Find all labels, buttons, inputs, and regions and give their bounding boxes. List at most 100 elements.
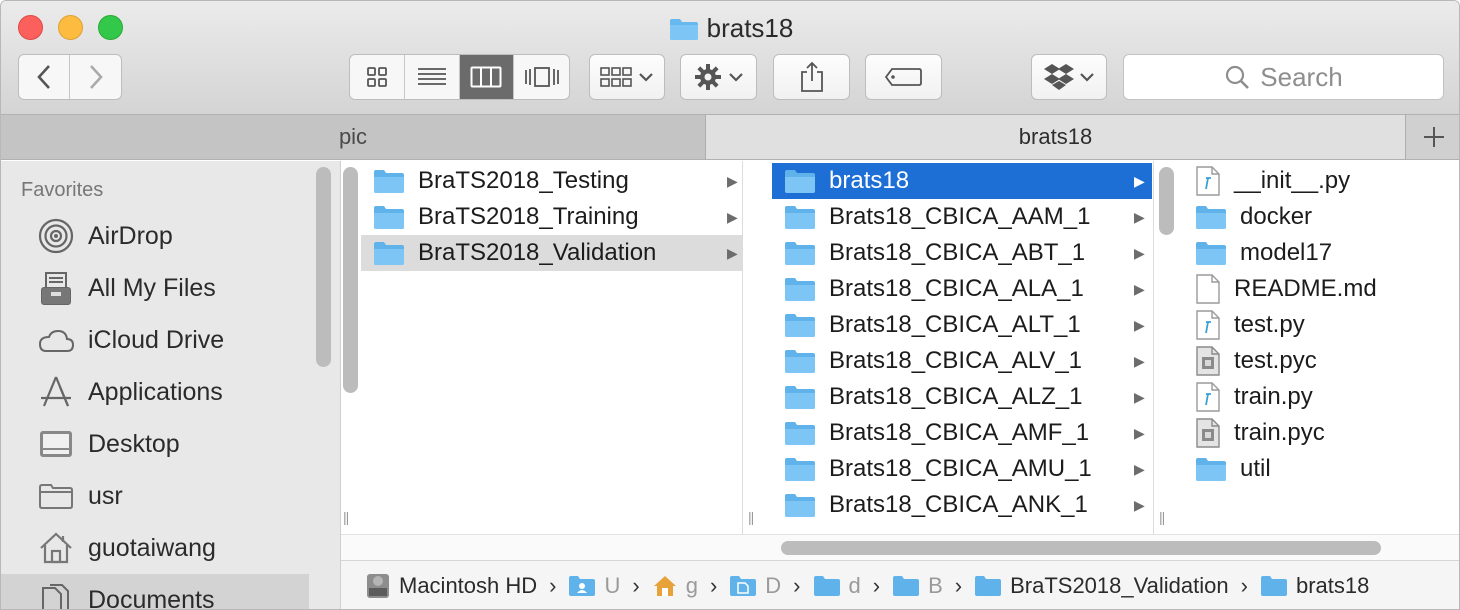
share-icon xyxy=(800,61,823,92)
gear-icon xyxy=(694,64,721,90)
list-item[interactable]: Brats18_CBICA_ALV_1 ▶ xyxy=(772,343,1152,379)
sidebar-item-usr[interactable]: usr xyxy=(1,470,309,522)
list-view-button[interactable] xyxy=(405,55,460,99)
column-resize-handle[interactable]: || xyxy=(748,509,754,525)
list-item[interactable]: train.pyc xyxy=(1191,415,1459,451)
list-item[interactable]: model17 xyxy=(1191,235,1459,271)
list-item[interactable]: BraTS2018_Training ▶ xyxy=(361,199,743,235)
path-item-users[interactable]: U xyxy=(568,573,620,599)
chevron-right-icon: ▶ xyxy=(1134,280,1145,297)
list-item-label: test.py xyxy=(1234,311,1305,338)
chevron-right-icon: › xyxy=(709,573,718,598)
list-item[interactable]: util xyxy=(1191,451,1459,487)
sidebar-item-documents[interactable]: Documents xyxy=(1,574,309,609)
list-item[interactable]: BraTS2018_Testing ▶ xyxy=(361,163,743,199)
list-item[interactable]: __init__.py xyxy=(1191,163,1459,199)
list-item[interactable]: Brats18_CBICA_AMU_1 ▶ xyxy=(772,451,1152,487)
path-item-brats18[interactable]: brats18 xyxy=(1260,573,1369,599)
forward-button[interactable] xyxy=(70,55,121,99)
python-file-icon xyxy=(1195,382,1221,412)
column-2: brats18 ▶ Brats18_CBICA_AAM_1 ▶ Brats18_… xyxy=(744,161,1154,534)
list-item-label: model17 xyxy=(1240,239,1333,266)
list-item[interactable]: test.py xyxy=(1191,307,1459,343)
list-item-label: Brats18_CBICA_ALT_1 xyxy=(829,311,1081,338)
folder-icon xyxy=(373,240,405,266)
column-1-scrollbar[interactable] xyxy=(343,167,358,393)
list-item[interactable]: BraTS2018_Validation ▶ xyxy=(361,235,743,271)
tab-brats18[interactable]: brats18 xyxy=(706,115,1406,159)
document-icon xyxy=(1195,274,1221,304)
share-button[interactable] xyxy=(773,54,850,100)
list-item-label: BraTS2018_Training xyxy=(418,203,639,230)
folder-icon xyxy=(1260,575,1288,597)
all-my-files-icon xyxy=(37,269,75,307)
new-tab-button[interactable] xyxy=(1406,115,1459,159)
column-3-scrollbar[interactable] xyxy=(1159,167,1174,235)
tab-pic[interactable]: pic xyxy=(1,115,706,159)
list-item-label: BraTS2018_Validation xyxy=(418,239,657,266)
horizontal-scrollbar[interactable] xyxy=(781,541,1381,555)
column-view-button[interactable] xyxy=(459,55,515,99)
search-placeholder: Search xyxy=(1260,61,1343,92)
list-item[interactable]: brats18 ▶ xyxy=(772,163,1152,199)
back-button[interactable] xyxy=(19,55,71,99)
chevron-right-icon: › xyxy=(872,573,881,598)
path-bar: Macintosh HD › U › g › D › d › B › BraTS… xyxy=(341,560,1459,609)
sidebar-item-applications[interactable]: Applications xyxy=(1,366,309,418)
list-item[interactable]: Brats18_CBICA_ABT_1 ▶ xyxy=(772,235,1152,271)
arrange-button[interactable] xyxy=(589,54,665,100)
sidebar-scrollbar[interactable] xyxy=(316,167,331,367)
folder-icon xyxy=(784,492,816,518)
folder-icon xyxy=(1195,240,1227,266)
column-resize-handle[interactable]: || xyxy=(343,509,349,525)
grid-icon xyxy=(366,67,387,87)
column-resize-handle[interactable]: || xyxy=(1159,509,1165,525)
list-item-label: Brats18_CBICA_AMU_1 xyxy=(829,455,1092,482)
python-file-icon xyxy=(1195,166,1221,196)
path-item-documents[interactable]: D xyxy=(729,573,781,599)
folder-icon xyxy=(784,312,816,338)
home-icon xyxy=(37,529,75,567)
list-item[interactable]: Brats18_CBICA_ALT_1 ▶ xyxy=(772,307,1152,343)
list-item-label: Brats18_CBICA_ANK_1 xyxy=(829,491,1088,518)
list-item-label: brats18 xyxy=(829,167,910,194)
list-item[interactable]: Brats18_CBICA_ALA_1 ▶ xyxy=(772,271,1152,307)
icon-view-button[interactable] xyxy=(350,55,405,99)
list-item[interactable]: test.pyc xyxy=(1191,343,1459,379)
list-item[interactable]: Brats18_CBICA_AAM_1 ▶ xyxy=(772,199,1152,235)
list-item[interactable]: README.md xyxy=(1191,271,1459,307)
list-item[interactable]: Brats18_CBICA_ALZ_1 ▶ xyxy=(772,379,1152,415)
list-item[interactable]: Brats18_CBICA_AMF_1 ▶ xyxy=(772,415,1152,451)
plus-icon xyxy=(1423,127,1444,147)
action-menu-button[interactable] xyxy=(680,54,757,100)
folder-icon xyxy=(784,456,816,482)
list-item[interactable]: docker xyxy=(1191,199,1459,235)
chevron-right-icon: › xyxy=(793,573,801,598)
folder-icon xyxy=(892,575,920,597)
chevron-right-icon: ▶ xyxy=(1134,316,1145,333)
list-item[interactable]: train.py xyxy=(1191,379,1459,415)
path-item-folder[interactable]: d xyxy=(813,573,861,599)
list-item[interactable]: Brats18_CBICA_ANK_1 ▶ xyxy=(772,487,1152,523)
folder-icon xyxy=(784,384,816,410)
sidebar-item-all-my-files[interactable]: All My Files xyxy=(1,262,309,314)
folder-icon xyxy=(669,17,699,48)
chevron-right-icon: ▶ xyxy=(1134,496,1145,513)
search-field[interactable]: Search xyxy=(1123,54,1444,100)
path-item-home[interactable]: g xyxy=(652,573,698,599)
sidebar-item-guotaiwang[interactable]: guotaiwang xyxy=(1,522,309,574)
sidebar-item-desktop[interactable]: Desktop xyxy=(1,418,309,470)
column-3: __init__.py docker model17 README.md tes… xyxy=(1155,161,1459,534)
edit-tags-button[interactable] xyxy=(865,54,942,100)
path-item-folder[interactable]: B xyxy=(892,573,943,599)
path-item-brats2018-validation[interactable]: BraTS2018_Validation xyxy=(974,573,1229,599)
sidebar-item-label: usr xyxy=(88,481,123,510)
chevron-down-icon xyxy=(639,73,653,82)
path-item-macintosh-hd[interactable]: Macintosh HD xyxy=(365,572,537,600)
sidebar-item-airdrop[interactable]: AirDrop xyxy=(1,210,309,262)
cover-flow-view-button[interactable] xyxy=(514,55,569,99)
sidebar-item-icloud-drive[interactable]: iCloud Drive xyxy=(1,314,309,366)
dropbox-button[interactable] xyxy=(1031,54,1107,100)
cloud-icon xyxy=(37,321,75,359)
chevron-left-icon xyxy=(37,65,50,89)
